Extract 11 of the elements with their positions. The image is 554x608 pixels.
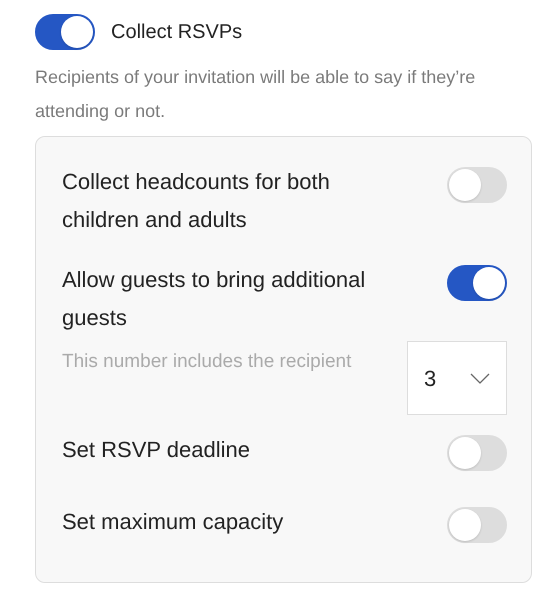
- toggle-switch[interactable]: [35, 14, 95, 50]
- description-text: Recipients of your invitation will be able to say if they’re attending or not.: [35, 66, 476, 123]
- toggle-switch[interactable]: [447, 265, 507, 301]
- chevron-down-icon: [470, 372, 490, 384]
- hint-text: This number includes the recipient: [62, 350, 352, 374]
- option-label: Allow guests to bring additional guests: [62, 266, 366, 332]
- option-label: Collect headcounts for both children and adults: [62, 168, 331, 234]
- option-label: Set maximum capacity: [62, 508, 284, 536]
- toggle-label: Collect RSVPs: [111, 20, 242, 45]
- option-label: Set RSVP deadline: [62, 436, 250, 464]
- number-dropdown[interactable]: 3: [407, 341, 507, 415]
